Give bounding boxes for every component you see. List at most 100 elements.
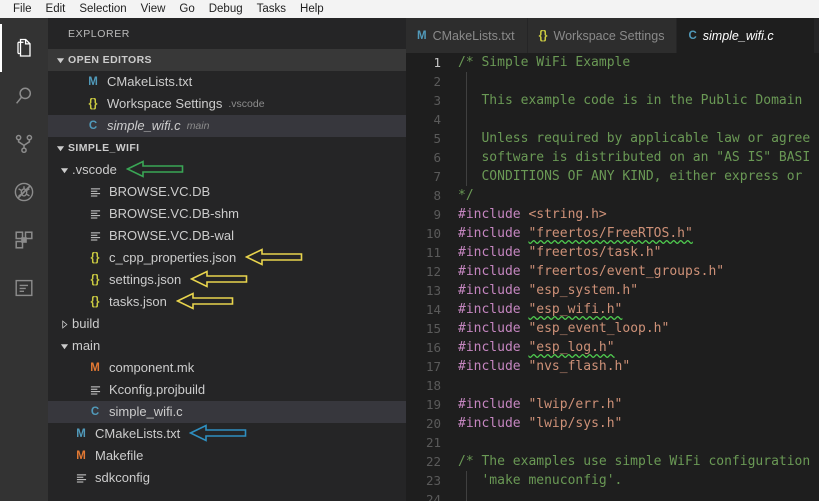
tab-label: Workspace Settings	[553, 28, 665, 43]
annotation-arrow	[244, 247, 303, 269]
debug-icon[interactable]	[0, 168, 48, 216]
code-line: 11 #include "freertos/task.h"	[406, 243, 819, 262]
line-number: 12	[425, 264, 441, 279]
extensions-icon[interactable]	[0, 216, 48, 264]
json-file-icon: {}	[90, 274, 100, 286]
code-line: 3 This example code is in the Public Dom…	[406, 91, 819, 110]
code-line: 21	[406, 433, 819, 452]
tree-item-kconfig-projbuild[interactable]: Kconfig.projbuild	[48, 379, 406, 401]
code-line: 16 #include "esp_log.h"	[406, 338, 819, 357]
tree-item-browse-vc-db[interactable]: BROWSE.VC.DB	[48, 181, 406, 203]
menu-item-file[interactable]: File	[6, 0, 39, 18]
code-text: #include "esp_wifi.h"	[452, 300, 622, 319]
code-text: software is distributed on an "AS IS" BA…	[452, 148, 810, 167]
tree-item-makefile[interactable]: M Makefile	[48, 445, 406, 467]
include-path-with-error: "esp_wifi.h"	[528, 302, 623, 317]
code-line: 17 #include "nvs_flash.h"	[406, 357, 819, 376]
code-line: 7 CONDITIONS OF ANY KIND, either express…	[406, 167, 819, 186]
editor-tab[interactable]: M CMakeLists.txt	[406, 18, 528, 53]
code-line: 6 software is distributed on an "AS IS" …	[406, 148, 819, 167]
code-text: #include "nvs_flash.h"	[452, 357, 630, 376]
project-header[interactable]: SIMPLE_WIFI	[48, 137, 406, 159]
line-number: 17	[425, 359, 441, 374]
code-line: 15 #include "esp_event_loop.h"	[406, 319, 819, 338]
tree-item-browse-vc-db-wal[interactable]: BROWSE.VC.DB-wal	[48, 225, 406, 247]
menu-item-tasks[interactable]: Tasks	[250, 0, 293, 18]
tree-item--vscode[interactable]: .vscode	[48, 159, 406, 181]
code-line: 8 */	[406, 186, 819, 205]
code-line: 24	[406, 490, 819, 501]
code-text: #include "esp_system.h"	[452, 281, 638, 300]
tree-item-main[interactable]: main	[48, 335, 406, 357]
line-number: 7	[433, 169, 441, 184]
code-text: #include "lwip/sys.h"	[452, 414, 622, 433]
tree-item-cmakelists-txt[interactable]: M CMakeLists.txt	[48, 423, 406, 445]
menu-item-help[interactable]: Help	[293, 0, 331, 18]
open-editor-description: main	[186, 120, 210, 132]
open-editors-list: M CMakeLists.txt {} Workspace Settings .vsco…	[48, 71, 406, 137]
include-path: "nvs_flash.h"	[528, 359, 631, 374]
open-editor-item[interactable]: M CMakeLists.txt	[48, 71, 406, 93]
line-number: 16	[425, 340, 441, 355]
editor-tab[interactable]: Csimple_wifi.c	[677, 18, 815, 53]
tree-item-browse-vc-db-shm[interactable]: BROWSE.VC.DB-shm	[48, 203, 406, 225]
code-text: #include "esp_log.h"	[452, 338, 615, 357]
tree-item-component-mk[interactable]: Mcomponent.mk	[48, 357, 406, 379]
line-number: 15	[425, 321, 441, 336]
code-line: 1 /* Simple WiFi Example	[406, 53, 819, 72]
include-path: <string.h>	[528, 207, 607, 222]
chevron-down-icon[interactable]	[56, 166, 72, 175]
tree-item-label: simple_wifi.c	[109, 404, 183, 419]
search-icon[interactable]	[0, 72, 48, 120]
tab-file-icon: C	[688, 29, 697, 42]
code-text: #include "freertos/FreeRTOS.h"	[452, 224, 693, 243]
menu-item-view[interactable]: View	[134, 0, 173, 18]
code-text: #include <string.h>	[452, 205, 607, 224]
code-line: 18	[406, 376, 819, 395]
line-number: 8	[433, 188, 441, 203]
explorer-icon[interactable]	[0, 24, 48, 72]
code-comment: */	[458, 188, 474, 203]
line-number: 10	[425, 226, 441, 241]
chevron-down-icon[interactable]	[56, 342, 72, 351]
editor-tab[interactable]: {} Workspace Settings	[527, 18, 678, 53]
chevron-right-icon[interactable]	[56, 319, 72, 329]
include-path: "lwip/sys.h"	[528, 416, 623, 431]
code-comment: CONDITIONS OF ANY KIND, either express o…	[458, 169, 811, 184]
menu-item-edit[interactable]: Edit	[39, 0, 73, 18]
annotation-arrow	[188, 423, 247, 445]
tree-item-label: Makefile	[95, 448, 144, 463]
code-text: /* Simple WiFi Example	[452, 53, 630, 72]
line-number: 6	[433, 150, 441, 165]
output-panel-icon[interactable]	[0, 264, 48, 312]
open-editor-item[interactable]: Csimple_wifi.c main	[48, 115, 406, 137]
menu-item-go[interactable]: Go	[172, 0, 201, 18]
code-editor[interactable]: 1/* Simple WiFi Example 2 3 This example c…	[406, 53, 819, 501]
line-number: 21	[425, 435, 441, 450]
tree-item-build[interactable]: build	[48, 313, 406, 335]
tree-item-c-cpp-properties-json[interactable]: {} c_cpp_properties.json	[48, 247, 406, 269]
makefile-icon: M	[76, 450, 86, 462]
source-control-icon[interactable]	[0, 120, 48, 168]
tree-item-simple-wifi-c[interactable]: Csimple_wifi.c	[48, 401, 406, 423]
menu-item-debug[interactable]: Debug	[202, 0, 250, 18]
open-editor-item[interactable]: {} Workspace Settings .vscode	[48, 93, 406, 115]
code-text: #include "lwip/err.h"	[452, 395, 622, 414]
tree-item-tasks-json[interactable]: {} tasks.json	[48, 291, 406, 313]
menu-item-selection[interactable]: Selection	[72, 0, 133, 18]
annotation-arrow	[189, 269, 248, 291]
line-number: 20	[425, 416, 441, 431]
open-editors-header[interactable]: OPEN EDITORS	[48, 49, 406, 71]
text-file-icon	[86, 187, 104, 198]
tree-item-label: sdkconfig	[95, 470, 150, 485]
code-comment: Unless required by applicable law or agr…	[458, 131, 811, 146]
chevron-down-icon	[52, 56, 68, 65]
include-path: "esp_event_loop.h"	[528, 321, 670, 336]
tree-item-settings-json[interactable]: {} settings.json	[48, 269, 406, 291]
code-line: 20 #include "lwip/sys.h"	[406, 414, 819, 433]
vscode-window: File Edit Selection View Go Debug Tasks Help	[0, 0, 819, 501]
code-comment: This example code is in the Public Domai…	[458, 93, 811, 108]
tree-item-sdkconfig[interactable]: sdkconfig	[48, 467, 406, 489]
preprocessor-directive: #include	[458, 207, 521, 222]
line-number: 4	[433, 112, 441, 127]
